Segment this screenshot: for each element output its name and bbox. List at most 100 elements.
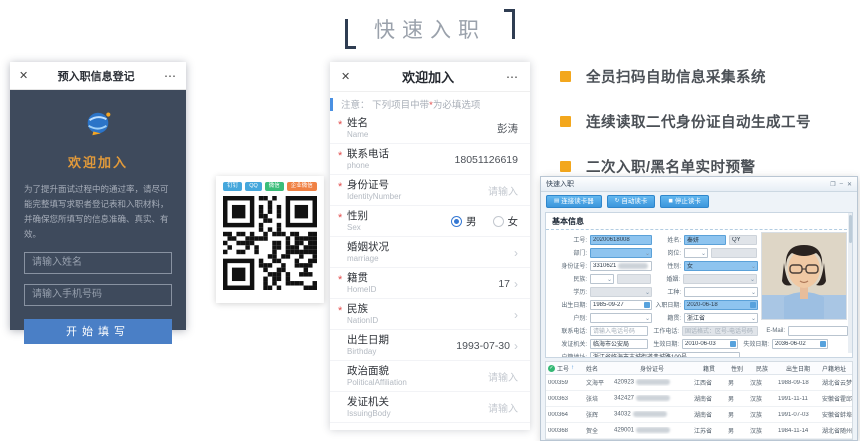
nation-detail-field: [617, 274, 651, 284]
birth-date-field[interactable]: 1985-09-27: [590, 300, 652, 310]
sex-select[interactable]: 女⌄: [684, 261, 758, 271]
chevron-right-icon: ›: [514, 279, 518, 289]
bullet-square-icon: [560, 161, 571, 172]
field-name-value: 彭涛: [497, 121, 518, 136]
required-mark: *: [338, 212, 342, 224]
field-identity-number[interactable]: * 身份证号 IdentityNumber 请输入: [330, 175, 530, 206]
phone-header: ✕ 预入职信息登记 ⋯: [10, 62, 186, 90]
calendar-icon[interactable]: [820, 341, 826, 347]
feature-item: 连续读取二代身份证自动生成工号: [560, 111, 858, 132]
required-mark: *: [338, 181, 342, 193]
marriage-select[interactable]: ⌄: [683, 274, 757, 284]
name-input[interactable]: [24, 252, 172, 274]
required-mark: *: [338, 119, 342, 131]
hire-date-field[interactable]: 2020-06-18: [684, 300, 758, 310]
basic-info-panel: 基本信息 工号: 20200618008 姓名: 秦妍 QY 部门: ⌄ 岗位:…: [545, 212, 853, 358]
redacted-id: [636, 427, 670, 433]
stop-read-button[interactable]: ◼ 停止读卡: [660, 195, 709, 208]
employee-photo: [761, 232, 847, 320]
share-wechat-button[interactable]: 微信: [265, 182, 284, 191]
pre-onboarding-body: 欢迎加入 为了提升面试过程中的通过率，请尽可能完整填写求职者登记表和入职材料，并…: [10, 90, 186, 344]
row-check-icon[interactable]: ✓: [548, 365, 555, 372]
education-select[interactable]: ⌄: [590, 287, 652, 297]
table-row[interactable]: 000363 张培 342427 湖南省 男 汉族 1991-11-11 安徽省…: [546, 391, 852, 407]
close-icon[interactable]: ✕: [19, 69, 28, 82]
share-qq-button[interactable]: QQ: [245, 182, 262, 191]
redacted-id: [618, 263, 648, 269]
radio-female[interactable]: 女: [493, 214, 519, 229]
form-phone-header: ✕ 欢迎加入 ⋯: [330, 62, 530, 92]
chevron-right-icon: ›: [514, 248, 518, 258]
welcome-heading: 欢迎加入: [24, 152, 172, 171]
table-row[interactable]: 000359 文海平 420923 江西省 男 汉族 1988-09-18 湖北…: [546, 375, 852, 391]
radio-female-dot: [493, 216, 504, 227]
feature-item: 全员扫码自助信息采集系统: [560, 66, 858, 87]
table-row[interactable]: 000368 贺全 429001 江苏省 男 汉族 1984-11-14 湖北省…: [546, 423, 852, 439]
connect-reader-button[interactable]: ▤ 连接读卡器: [546, 195, 602, 208]
field-phone[interactable]: * 联系电话 phone 18051126619: [330, 144, 530, 175]
table-row[interactable]: 000364 张辉 34032 湖南省 男 汉族 1991-07-03 安徽省蚌…: [546, 407, 852, 423]
valid-to-field[interactable]: 2036-06-02: [772, 339, 828, 349]
auto-read-button[interactable]: ↻ 自动读卡: [607, 195, 656, 208]
more-icon[interactable]: ⋯: [164, 69, 177, 83]
contact-phone-field[interactable]: 请输入电话号码: [590, 326, 648, 336]
minimize-icon[interactable]: –: [840, 181, 843, 188]
post-select[interactable]: ⌄: [684, 248, 708, 258]
field-birthday[interactable]: 出生日期 Birthday 1993-07-30 ›: [330, 330, 530, 361]
page: 快速入职 ✕ 预入职信息登记 ⋯ 欢迎加入 为了提升面试过程中的通过率，请尽可能…: [0, 0, 860, 441]
app-logo-icon: [83, 108, 113, 143]
calendar-icon[interactable]: [730, 341, 736, 347]
field-political-affiliation[interactable]: 政治面貌 PoliticalAffiliation 请输入: [330, 361, 530, 392]
id-reader-icon: ▤: [554, 196, 559, 207]
field-marriage[interactable]: 婚姻状况 marriage ›: [330, 237, 530, 268]
table-header-row: ✓ 工号 ↑ 姓名 身份证号 籍贯 性别 民族 出生日期 户籍地址: [546, 362, 852, 375]
field-name[interactable]: * 姓名 Name 彭涛: [330, 113, 530, 144]
required-fields-notice: 注意： 下列项目中带*为必填选项: [330, 97, 530, 111]
dept-select[interactable]: ⌄: [590, 248, 652, 258]
start-filling-button[interactable]: 开始填写: [24, 319, 172, 344]
quick-onboarding-window: 快速入职 ❐ – ✕ ▤ 连接读卡器 ↻ 自动读卡 ◼ 停止读卡 基本信息 工号: [540, 176, 858, 441]
window-toolbar: ▤ 连接读卡器 ↻ 自动读卡 ◼ 停止读卡: [541, 192, 857, 211]
radio-male[interactable]: 男: [451, 214, 477, 229]
address-field[interactable]: 浙江省临海市古城街道赤城路100号: [590, 352, 740, 359]
page-title: 快速入职: [374, 14, 486, 44]
redacted-id: [636, 379, 670, 385]
name-field[interactable]: 秦妍: [684, 235, 726, 245]
share-wecom-button[interactable]: 企业微信: [287, 182, 317, 191]
emp-no-field[interactable]: 20200618008: [590, 235, 652, 245]
panel-scrollbar[interactable]: [848, 213, 852, 353]
chevron-right-icon: ›: [514, 310, 518, 320]
close-icon[interactable]: ✕: [847, 181, 852, 188]
employee-table: ✓ 工号 ↑ 姓名 身份证号 籍贯 性别 民族 出生日期 户籍地址 000359…: [545, 361, 853, 440]
more-icon[interactable]: ⋯: [506, 70, 519, 84]
hukou-type-select[interactable]: ⌄: [590, 313, 652, 323]
calendar-icon[interactable]: [750, 302, 756, 308]
worktype-select[interactable]: ⌄: [684, 287, 758, 297]
issuer-field[interactable]: 临海市公安局: [590, 339, 648, 349]
origin-select[interactable]: 浙江省⌄: [684, 313, 758, 323]
field-home-origin[interactable]: * 籍贯 HomeID 17 ›: [330, 268, 530, 299]
pre-onboarding-phone: ✕ 预入职信息登记 ⋯ 欢迎加入 为了提升面试过程中的通过率，请尽可能完整填写求…: [10, 62, 186, 330]
refresh-icon: ↻: [615, 196, 620, 207]
nation-select[interactable]: ⌄: [590, 274, 614, 284]
email-field[interactable]: [788, 326, 848, 336]
qr-code: [223, 196, 317, 290]
form-phone-title: 欢迎加入: [402, 67, 454, 86]
feature-item: 二次入职/黑名单实时预警: [560, 156, 858, 177]
close-icon[interactable]: ✕: [341, 70, 350, 83]
share-dingtalk-button[interactable]: 钉钉: [223, 182, 242, 191]
field-birthday-value: 1993-07-30: [456, 340, 510, 352]
chevron-right-icon: ›: [514, 341, 518, 351]
basic-info-title: 基本信息: [546, 213, 852, 230]
valid-from-field[interactable]: 2010-06-03: [682, 339, 738, 349]
work-phone-field[interactable]: 固话格式：区号-电话号码: [682, 326, 758, 336]
field-nation[interactable]: * 民族 NationID ›: [330, 299, 530, 330]
mobile-input[interactable]: [24, 284, 172, 306]
field-phone-value: 18051126619: [455, 154, 518, 166]
idcard-field[interactable]: 3310621: [590, 261, 652, 271]
sort-asc-icon[interactable]: ↑: [571, 365, 574, 371]
field-issuing-body[interactable]: 发证机关 IssuingBody 请输入: [330, 392, 530, 423]
calendar-icon[interactable]: [644, 302, 650, 308]
restore-icon[interactable]: ❐: [830, 181, 835, 188]
required-mark: *: [338, 274, 342, 286]
